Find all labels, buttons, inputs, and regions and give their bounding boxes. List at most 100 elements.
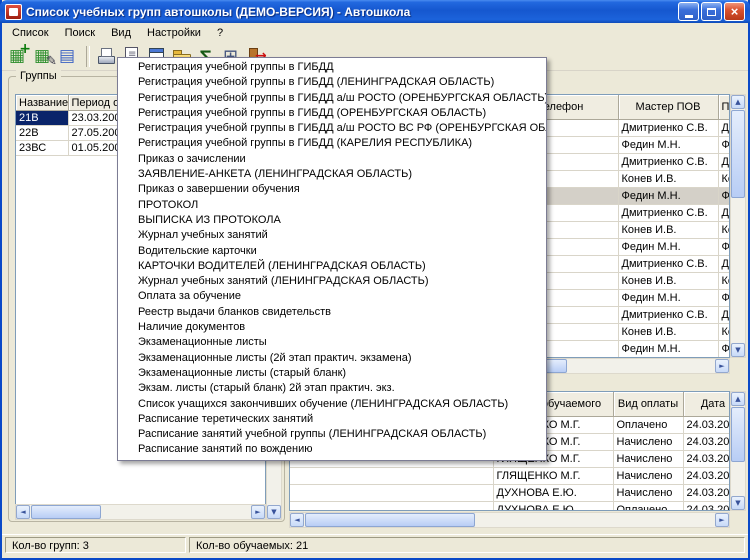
column-header[interactable]: Дата: [683, 392, 730, 417]
minimize-button[interactable]: [678, 2, 699, 21]
close-icon: ×: [731, 5, 739, 18]
popup-menu-item[interactable]: Расписание занятий по вождению: [118, 442, 546, 457]
minimize-icon: [685, 15, 693, 18]
column-header[interactable]: Название: [16, 95, 68, 111]
menu-poisk[interactable]: Поиск: [57, 24, 103, 42]
payments-table-row[interactable]: ДУХНОВА Е.Ю.Начислено24.03.2009: [290, 485, 730, 502]
edit-group-icon: [33, 46, 55, 68]
scroll-right-button[interactable]: [715, 359, 729, 373]
scroll-thumb[interactable]: [731, 110, 745, 198]
print-reports-button[interactable]: [95, 45, 119, 69]
payments-horizontal-scrollbar[interactable]: [289, 512, 730, 528]
master-pov-cell: Федин М.Н.: [618, 188, 718, 205]
scroll-thumb[interactable]: [31, 505, 101, 519]
menu-help[interactable]: ?: [209, 24, 231, 42]
master-pov-cell: Конев И.В.: [618, 324, 718, 341]
popup-menu-item[interactable]: Список учащихся закончивших обучение (ЛЕ…: [118, 397, 546, 412]
clipped-cell: Дмитриенко С.В.: [718, 120, 730, 137]
popup-menu-item[interactable]: Регистрация учебной группы в ГИБДД а/ш Р…: [118, 121, 546, 136]
groups-horizontal-scrollbar[interactable]: [15, 504, 266, 520]
popup-menu-item[interactable]: Регистрация учебной группы в ГИБДД: [118, 60, 546, 75]
scroll-right-button[interactable]: [251, 505, 265, 519]
clipped-cell: Федин М.Н.: [718, 239, 730, 256]
master-pov-cell: Федин М.Н.: [618, 341, 718, 358]
popup-menu-item[interactable]: Регистрация учебной группы в ГИБДД (ОРЕН…: [118, 106, 546, 121]
payment-type-cell: Оплачено: [613, 417, 683, 434]
payments-table-row[interactable]: ДУХНОВА Е.Ю.Оплачено24.03.2009: [290, 502, 730, 512]
popup-menu-item[interactable]: КАРТОЧКИ ВОДИТЕЛЕЙ (ЛЕНИНГРАДСКАЯ ОБЛАСТ…: [118, 259, 546, 274]
master-pov-cell: Дмитриенко С.В.: [618, 154, 718, 171]
popup-menu-item[interactable]: Оплата за обучение: [118, 289, 546, 304]
clipped-cell: Дмитриенко С.В.: [718, 307, 730, 324]
payment-type-cell: Начислено: [613, 434, 683, 451]
edit-group-button[interactable]: [32, 45, 56, 69]
column-header[interactable]: Вид оплаты: [613, 392, 683, 417]
column-header[interactable]: Пр: [718, 95, 730, 120]
payment-date-cell: 24.03.2009: [683, 451, 730, 468]
clipped-cell: Дмитриенко С.В.: [718, 256, 730, 273]
payment-type-cell: Начислено: [613, 468, 683, 485]
payment-date-cell: 24.03.2009: [683, 468, 730, 485]
scroll-up-button[interactable]: [731, 95, 745, 109]
popup-menu-item[interactable]: Водительские карточки: [118, 244, 546, 259]
menu-spisok[interactable]: Список: [4, 24, 57, 42]
payment-type-cell: Оплачено: [613, 502, 683, 512]
master-pov-cell: Дмитриенко С.В.: [618, 205, 718, 222]
maximize-button[interactable]: [701, 2, 722, 21]
payment-type-cell: Начислено: [613, 451, 683, 468]
menu-vid[interactable]: Вид: [103, 24, 139, 42]
maximize-icon: [707, 8, 716, 16]
popup-menu-item[interactable]: Наличие документов: [118, 320, 546, 335]
master-pov-cell: Дмитриенко С.В.: [618, 120, 718, 137]
popup-menu-item[interactable]: Экзаменационные листы (старый бланк): [118, 366, 546, 381]
popup-menu-item[interactable]: Расписание теретических занятий: [118, 412, 546, 427]
master-pov-cell: Федин М.Н.: [618, 290, 718, 307]
scroll-down-button[interactable]: [731, 496, 745, 510]
clipped-cell: Федин М.Н.: [718, 188, 730, 205]
popup-menu-item[interactable]: Журнал учебных занятий: [118, 228, 546, 243]
payments-vertical-scrollbar[interactable]: [730, 391, 746, 511]
popup-menu-item[interactable]: Регистрация учебной группы в ГИБДД (КАРЕ…: [118, 136, 546, 151]
popup-menu-item[interactable]: Реестр выдачи бланков свидетельств: [118, 305, 546, 320]
popup-menu-item[interactable]: Приказ о завершении обучения: [118, 182, 546, 197]
scroll-right-button[interactable]: [715, 513, 729, 527]
popup-menu-item[interactable]: Экзам. листы (старый бланк) 2й этап прак…: [118, 381, 546, 396]
popup-menu-item[interactable]: Приказ о зачислении: [118, 152, 546, 167]
scroll-left-button[interactable]: [290, 513, 304, 527]
scroll-thumb[interactable]: [305, 513, 475, 527]
popup-menu-item[interactable]: ВЫПИСКА ИЗ ПРОТОКОЛА: [118, 213, 546, 228]
popup-menu-item[interactable]: Экзаменационные листы: [118, 335, 546, 350]
popup-menu-item[interactable]: Расписание занятий учебной группы (ЛЕНИН…: [118, 427, 546, 442]
scroll-down-button[interactable]: [731, 343, 745, 357]
payment-type-cell: Начислено: [613, 485, 683, 502]
students-vertical-scrollbar[interactable]: [730, 94, 746, 358]
scroll-thumb[interactable]: [731, 407, 745, 462]
popup-menu-item[interactable]: Регистрация учебной группы в ГИБДД (ЛЕНИ…: [118, 75, 546, 90]
menu-nastroyki[interactable]: Настройки: [139, 24, 209, 42]
master-pov-cell: Федин М.Н.: [618, 239, 718, 256]
student-name-cell: ДУХНОВА Е.Ю.: [493, 502, 613, 512]
add-group-button[interactable]: [7, 45, 31, 69]
filler-cell: [290, 502, 493, 512]
add-group-icon: [8, 46, 30, 68]
popup-menu-item[interactable]: Регистрация учебной группы в ГИБДД а/ш Р…: [118, 91, 546, 106]
scroll-up-button[interactable]: [731, 392, 745, 406]
status-bar: Кол-во групп: 3 Кол-во обучаемых: 21: [2, 534, 748, 556]
title-bar[interactable]: Список учебных групп автошколы (ДЕМО-ВЕР…: [0, 0, 750, 23]
status-students-count: Кол-во обучаемых: 21: [189, 537, 745, 553]
payment-date-cell: 24.03.2009: [683, 502, 730, 512]
students-card-button[interactable]: [57, 45, 81, 69]
scroll-left-button[interactable]: [16, 505, 30, 519]
payments-table-row[interactable]: ГЛЯЩЕНКО М.Г.Начислено24.03.2009: [290, 468, 730, 485]
popup-menu-item[interactable]: Журнал учебных занятий (ЛЕНИНГРАДСКАЯ ОБ…: [118, 274, 546, 289]
column-header[interactable]: Мастер ПОВ: [618, 95, 718, 120]
popup-menu-item[interactable]: Экзаменационные листы (2й этап практич. …: [118, 351, 546, 366]
popup-menu-item[interactable]: ПРОТОКОЛ: [118, 198, 546, 213]
master-pov-cell: Конев И.В.: [618, 222, 718, 239]
popup-menu-item[interactable]: ЗАЯВЛЕНИЕ-АНКЕТА (ЛЕНИНГРАДСКАЯ ОБЛАСТЬ): [118, 167, 546, 182]
payment-date-cell: 24.03.2009: [683, 417, 730, 434]
toolbar-separator: [86, 46, 90, 67]
close-button[interactable]: ×: [724, 2, 745, 21]
scroll-down-button[interactable]: [267, 505, 281, 519]
groups-panel-caption: Группы: [16, 70, 61, 82]
